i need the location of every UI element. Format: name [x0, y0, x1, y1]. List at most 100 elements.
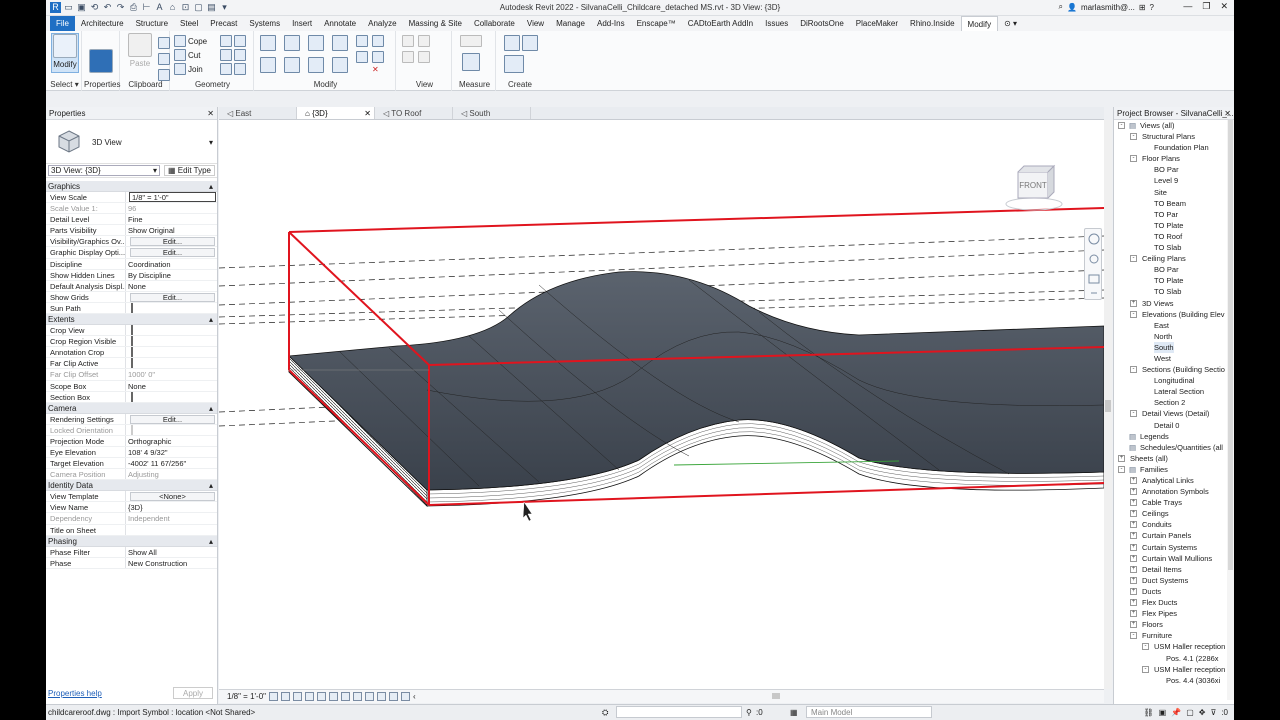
- tree-node[interactable]: - USM Haller reception: [1114, 664, 1234, 675]
- tab-view[interactable]: View: [521, 16, 550, 31]
- tree-node[interactable]: + Flex Pipes: [1114, 608, 1234, 619]
- tree-node[interactable]: - Floor Plans: [1114, 153, 1234, 164]
- expand-icon[interactable]: +: [1130, 499, 1137, 507]
- align-icon[interactable]: [260, 35, 276, 51]
- tree-node[interactable]: - Structural Plans: [1114, 131, 1234, 142]
- collapse-icon[interactable]: -: [1142, 665, 1149, 673]
- view-scale[interactable]: 1/8" = 1'-0": [227, 692, 266, 701]
- expand-icon[interactable]: +: [1130, 576, 1137, 584]
- group-phasing[interactable]: Phasing: [46, 535, 217, 547]
- properties-button[interactable]: [87, 49, 115, 75]
- create-parts-icon[interactable]: [522, 35, 538, 51]
- checkbox[interactable]: [131, 391, 133, 402]
- property-value[interactable]: Fine: [126, 214, 217, 224]
- scroll-thumb[interactable]: [1228, 120, 1233, 570]
- tab-modify[interactable]: Modify: [960, 16, 999, 31]
- close-icon[interactable]: ✕: [207, 107, 214, 120]
- select-by-face-icon[interactable]: ▢: [1186, 705, 1194, 720]
- property-input[interactable]: 1/8" = 1'-0": [126, 192, 217, 202]
- close-icon[interactable]: ✕: [364, 107, 371, 120]
- tab-analyze[interactable]: Analyze: [362, 16, 402, 31]
- tree-node[interactable]: + Flex Ducts: [1114, 597, 1234, 608]
- property-value[interactable]: Adjusting: [126, 469, 217, 479]
- tree-node[interactable]: - ▤ Views (all): [1114, 120, 1234, 131]
- tree-node[interactable]: - Sections (Building Sectio: [1114, 364, 1234, 375]
- main-model-select[interactable]: Main Model: [806, 706, 932, 718]
- tree-node[interactable]: Pos. 4.4 (3036xi: [1114, 675, 1234, 686]
- expand-icon[interactable]: +: [1130, 565, 1137, 573]
- tab-rhino-inside[interactable]: Rhino.Inside: [904, 16, 960, 31]
- temp-hide-icon[interactable]: [365, 692, 375, 701]
- property-value[interactable]: Independent: [126, 513, 217, 523]
- expand-icon[interactable]: +: [1130, 488, 1137, 496]
- expand-icon[interactable]: +: [1130, 554, 1137, 562]
- paste-button[interactable]: Paste: [126, 33, 154, 68]
- collapse-icon[interactable]: -: [1130, 155, 1137, 163]
- tree-node[interactable]: TO Slab: [1114, 286, 1234, 297]
- property-checkbox[interactable]: [126, 325, 217, 336]
- property-checkbox[interactable]: [126, 424, 217, 435]
- chevron-down-icon[interactable]: ▾: [209, 138, 213, 147]
- visual-style-icon[interactable]: [281, 692, 291, 701]
- reveal-hidden-icon[interactable]: [377, 692, 387, 701]
- apply-button[interactable]: Apply: [173, 687, 213, 699]
- property-edit-button[interactable]: <None>: [126, 491, 217, 502]
- view-tab-3d[interactable]: ⌂ {3D} ✕: [297, 107, 375, 119]
- select-pinned-icon[interactable]: 📌: [1171, 705, 1181, 720]
- checkbox[interactable]: [131, 358, 133, 369]
- property-value[interactable]: 108' 4 9/32": [126, 447, 217, 457]
- filter-icon[interactable]: ⊽: [1210, 705, 1216, 720]
- property-value[interactable]: None: [126, 381, 217, 391]
- properties-help-link[interactable]: Properties help: [48, 689, 102, 698]
- collapse-icon[interactable]: -: [1142, 643, 1149, 651]
- linework-icon[interactable]: [402, 51, 414, 63]
- tab-manage[interactable]: Manage: [550, 16, 591, 31]
- tab-collaborate[interactable]: Collaborate: [468, 16, 521, 31]
- minimize-icon[interactable]: —: [1183, 1, 1192, 12]
- property-checkbox[interactable]: [126, 391, 217, 402]
- offset-icon[interactable]: [284, 35, 300, 51]
- collapse-icon[interactable]: -: [1130, 255, 1137, 263]
- property-value[interactable]: 96: [126, 203, 217, 213]
- copy-icon[interactable]: [158, 37, 170, 49]
- tree-node[interactable]: + Analytical Links: [1114, 475, 1234, 486]
- crop-icon[interactable]: [329, 692, 339, 701]
- tree-node[interactable]: - Detail Views (Detail): [1114, 408, 1234, 419]
- close-icon[interactable]: ✕: [1224, 107, 1231, 120]
- tree-node[interactable]: + Detail Items: [1114, 564, 1234, 575]
- move-icon[interactable]: [260, 57, 276, 73]
- collapse-icon[interactable]: -: [1130, 410, 1137, 418]
- workset-icon[interactable]: ⛭: [602, 705, 608, 720]
- group-graphics[interactable]: Graphics: [46, 181, 217, 192]
- group-extents[interactable]: Extents: [46, 314, 217, 326]
- search-icon[interactable]: ⌕: [1058, 2, 1062, 12]
- viewcube[interactable]: FRONT: [1004, 162, 1064, 216]
- halftone-icon[interactable]: [418, 51, 430, 63]
- group-camera[interactable]: Camera: [46, 402, 217, 414]
- checkbox[interactable]: [131, 424, 133, 435]
- tab-structure[interactable]: Structure: [130, 16, 174, 31]
- tab-dirootsone[interactable]: DiRootsOne: [794, 16, 850, 31]
- tab-architecture[interactable]: Architecture: [75, 16, 130, 31]
- tree-node[interactable]: + Cable Trays: [1114, 497, 1234, 508]
- mirror-draw-icon[interactable]: [332, 35, 348, 51]
- tree-node[interactable]: TO Plate: [1114, 220, 1234, 231]
- cart-icon[interactable]: ⊞: [1139, 3, 1146, 12]
- tree-node[interactable]: West: [1114, 353, 1234, 364]
- measure-tool-icon[interactable]: [462, 53, 480, 71]
- split-face-icon[interactable]: [234, 35, 246, 47]
- property-value[interactable]: Orthographic: [126, 436, 217, 446]
- tree-node[interactable]: Longitudinal: [1114, 375, 1234, 386]
- collapse-icon[interactable]: -: [1118, 122, 1125, 129]
- tree-node[interactable]: + Duct Systems: [1114, 575, 1234, 586]
- property-value[interactable]: Coordination: [126, 259, 217, 269]
- expand-icon[interactable]: +: [1130, 299, 1137, 307]
- join-button[interactable]: Join: [174, 63, 203, 75]
- collapse-icon[interactable]: -: [1130, 310, 1137, 318]
- paint-icon[interactable]: [220, 49, 232, 61]
- tree-node[interactable]: BO Par: [1114, 264, 1234, 275]
- tree-node[interactable]: TO Plate: [1114, 275, 1234, 286]
- render-icon[interactable]: [317, 692, 327, 701]
- help-icon[interactable]: ?: [1150, 3, 1154, 12]
- property-edit-button[interactable]: Edit...: [126, 236, 217, 247]
